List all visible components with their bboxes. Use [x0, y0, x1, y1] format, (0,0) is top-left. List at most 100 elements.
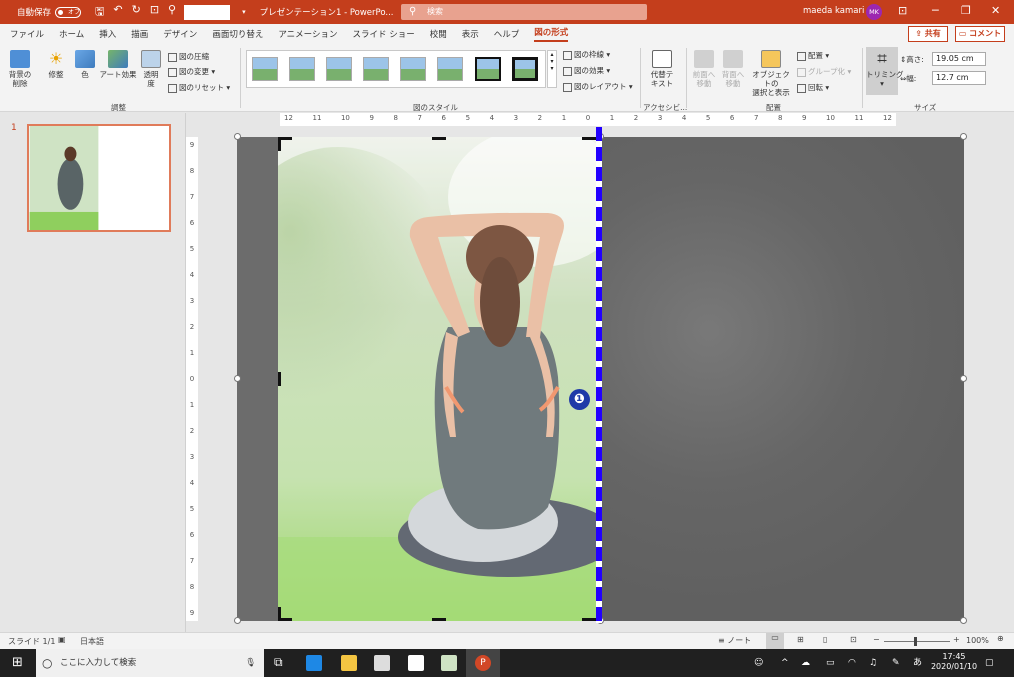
- picture-effects-button[interactable]: 図の効果 ▾: [563, 65, 610, 76]
- customize-icon[interactable]: ⚲: [168, 3, 176, 22]
- crop-handle-bottom-right[interactable]: [582, 618, 596, 621]
- slide-sorter-icon[interactable]: ⊞: [797, 635, 804, 644]
- compress-button[interactable]: 図の圧縮: [168, 51, 209, 62]
- slide-photo[interactable]: [278, 137, 598, 621]
- crop-handle-left[interactable]: [278, 372, 281, 386]
- proofing-icon[interactable]: ▣: [58, 635, 66, 644]
- font-name-box[interactable]: [184, 4, 231, 20]
- resize-handle[interactable]: [234, 133, 241, 140]
- present-icon[interactable]: ⊡: [150, 3, 159, 22]
- task-view-icon[interactable]: ⧉: [274, 655, 283, 670]
- restore-icon[interactable]: ❐: [961, 4, 971, 17]
- style-thumb[interactable]: [289, 57, 315, 81]
- ribbon-display-icon[interactable]: ⊡: [898, 4, 907, 17]
- notes-button[interactable]: ≡ ノート: [718, 635, 751, 646]
- store-icon[interactable]: [374, 655, 390, 671]
- zoom-slider-thumb[interactable]: [914, 637, 917, 646]
- zoom-level[interactable]: 100%: [966, 636, 989, 645]
- zoom-out-icon[interactable]: −: [873, 635, 880, 644]
- crop-button[interactable]: ⌗ トリミング ▾: [866, 47, 904, 95]
- style-thumb[interactable]: [437, 57, 463, 81]
- ime-indicator[interactable]: あ: [913, 649, 922, 677]
- align-button[interactable]: 配置 ▾: [797, 50, 829, 61]
- tab-file[interactable]: ファイル: [10, 28, 44, 40]
- picture-layout-button[interactable]: 図のレイアウト ▾: [563, 81, 633, 92]
- redo-icon[interactable]: ↻: [132, 3, 141, 22]
- people-icon[interactable]: ☺: [754, 649, 763, 677]
- windows-start-icon[interactable]: ⊞: [12, 655, 23, 670]
- tab-review[interactable]: 校閲: [430, 28, 447, 40]
- wifi-icon[interactable]: ◠: [848, 649, 856, 677]
- save-icon[interactable]: 🖫: [95, 3, 104, 22]
- tab-transitions[interactable]: 画面切り替え: [212, 28, 263, 40]
- corrections-button[interactable]: ☀ 修整: [43, 50, 69, 80]
- tab-insert[interactable]: 挿入: [99, 28, 116, 40]
- show-hidden-icons[interactable]: ^: [781, 649, 789, 677]
- resize-handle[interactable]: [234, 375, 241, 382]
- avatar[interactable]: MK: [866, 4, 882, 20]
- rotate-button[interactable]: 回転 ▾: [797, 82, 829, 93]
- normal-view-icon[interactable]: ▭: [766, 633, 784, 649]
- crop-handle-top[interactable]: [432, 137, 446, 140]
- style-thumb[interactable]: [363, 57, 389, 81]
- width-input[interactable]: 12.7 cm: [932, 71, 986, 85]
- tab-draw[interactable]: 描画: [131, 28, 148, 40]
- transparency-button[interactable]: 透明 度: [140, 50, 162, 88]
- alt-text-button[interactable]: 代替テ キスト: [647, 50, 677, 88]
- tab-help[interactable]: ヘルプ: [494, 28, 520, 40]
- language-indicator[interactable]: 日本語: [80, 636, 104, 647]
- clock[interactable]: 17:45 2020/01/10: [930, 652, 978, 672]
- style-thumb[interactable]: [400, 57, 426, 81]
- style-thumb[interactable]: [475, 57, 501, 81]
- reset-picture-button[interactable]: 図のリセット ▾: [168, 82, 230, 93]
- group-button[interactable]: グループ化 ▾: [797, 66, 851, 77]
- microphone-icon[interactable]: 🎙: [245, 649, 256, 677]
- change-picture-button[interactable]: 図の変更 ▾: [168, 66, 215, 77]
- crop-handle-bottom-left[interactable]: [278, 618, 292, 621]
- share-button[interactable]: ⇪ 共有: [908, 26, 948, 42]
- zoom-slider[interactable]: [884, 641, 950, 642]
- close-icon[interactable]: ✕: [991, 4, 1000, 17]
- resize-handle[interactable]: [960, 617, 967, 624]
- color-button[interactable]: 色: [73, 50, 97, 79]
- pen-icon[interactable]: ✎: [892, 649, 900, 677]
- resize-handle[interactable]: [960, 375, 967, 382]
- bring-forward-button[interactable]: 前面へ 移動: [691, 50, 717, 88]
- tab-home[interactable]: ホーム: [59, 28, 84, 40]
- undo-icon[interactable]: ↶: [113, 3, 122, 22]
- qat-more-icon[interactable]: ▾: [242, 8, 246, 16]
- tab-picture-format[interactable]: 図の形式: [534, 26, 569, 42]
- mail-icon[interactable]: [408, 655, 424, 671]
- tab-design[interactable]: デザイン: [163, 28, 197, 40]
- art-effects-button[interactable]: アート効果: [99, 50, 137, 79]
- slide-thumbnail[interactable]: [27, 124, 171, 232]
- taskbar-search[interactable]: ○ ここに入力して検索 🎙: [36, 649, 264, 677]
- selection-pane-button[interactable]: オブジェクトの 選択と表示: [750, 50, 792, 97]
- gallery-scroll[interactable]: ▴ ▾ ▾: [547, 50, 557, 88]
- remove-background-button[interactable]: 背景の 削除: [6, 50, 34, 88]
- style-thumb[interactable]: [512, 57, 538, 81]
- style-thumb[interactable]: [326, 57, 352, 81]
- powerpoint-taskbar-button[interactable]: P: [466, 649, 500, 677]
- picture-border-button[interactable]: 図の枠線 ▾: [563, 49, 610, 60]
- search-box[interactable]: ⚲ 検索: [401, 4, 647, 20]
- fit-slide-icon[interactable]: ⊕: [997, 634, 1004, 643]
- reading-view-icon[interactable]: ▯: [823, 635, 827, 644]
- style-thumb[interactable]: [252, 57, 278, 81]
- tab-slideshow[interactable]: スライド ショー: [353, 28, 415, 40]
- edge-icon[interactable]: [306, 655, 322, 671]
- resize-handle[interactable]: [960, 133, 967, 140]
- onedrive-icon[interactable]: ☁: [801, 649, 810, 677]
- tab-animations[interactable]: アニメーション: [278, 28, 337, 40]
- zoom-in-icon[interactable]: +: [953, 635, 960, 644]
- height-input[interactable]: 19.05 cm: [932, 52, 986, 66]
- tab-view[interactable]: 表示: [462, 28, 479, 40]
- autosave-toggle[interactable]: オフ: [55, 6, 82, 18]
- crop-handle-top-left[interactable]: [278, 137, 281, 151]
- send-backward-button[interactable]: 背面へ 移動: [720, 50, 746, 88]
- battery-icon[interactable]: ▭: [826, 649, 835, 677]
- crop-handle-top-right[interactable]: [582, 137, 596, 140]
- notifications-icon[interactable]: ▢: [985, 649, 994, 677]
- crop-handle-bottom[interactable]: [432, 618, 446, 621]
- comment-button[interactable]: ▭ コメント: [955, 26, 1005, 42]
